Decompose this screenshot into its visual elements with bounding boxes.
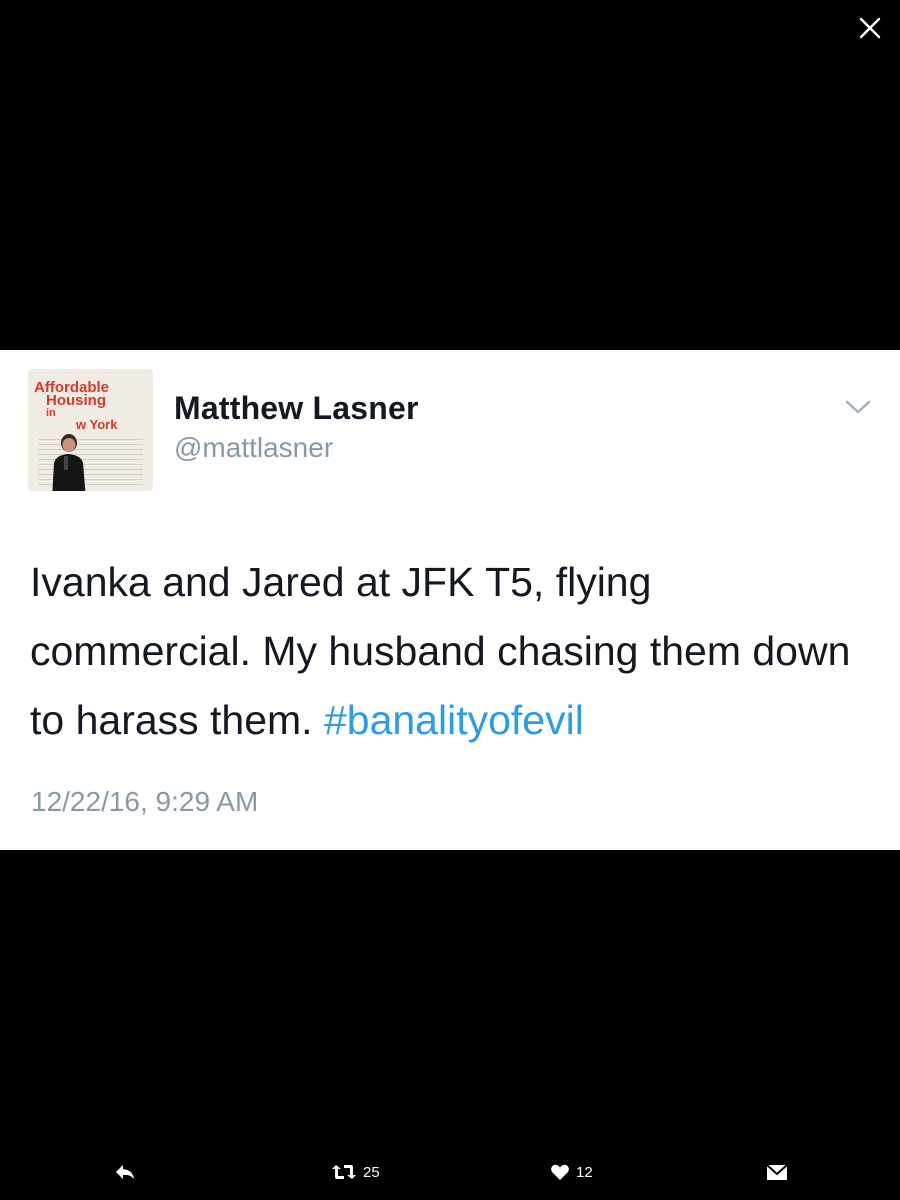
direct-message-button[interactable] [766, 1163, 788, 1181]
chevron-down-icon [845, 400, 871, 414]
author-name[interactable]: Matthew Lasner [174, 390, 419, 427]
heart-icon [551, 1164, 569, 1180]
close-button[interactable] [848, 6, 892, 50]
avatar-person-figure [52, 434, 86, 491]
tweet-card: Affordable Housing in w York Matthew Las… [0, 350, 900, 850]
like-count: 12 [576, 1163, 593, 1181]
avatar[interactable]: Affordable Housing in w York [28, 369, 153, 491]
author-handle[interactable]: @mattlasner [174, 432, 333, 464]
envelope-icon [766, 1164, 788, 1180]
reply-icon [116, 1165, 134, 1179]
tweet-options-button[interactable] [838, 392, 878, 422]
retweet-icon [332, 1165, 356, 1179]
media-viewer: Affordable Housing in w York Matthew Las… [0, 0, 900, 1200]
tweet-text: Ivanka and Jared at JFK T5, flying comme… [30, 548, 880, 755]
tweet-timestamp[interactable]: 12/22/16, 9:29 AM [31, 786, 258, 818]
reply-button[interactable] [114, 1163, 136, 1181]
retweet-count: 25 [363, 1163, 380, 1181]
tweet-action-bar: 25 12 [0, 1155, 900, 1195]
like-button[interactable]: 12 [550, 1163, 593, 1181]
close-icon [859, 17, 881, 39]
avatar-text-line: in [46, 407, 56, 419]
retweet-button[interactable]: 25 [331, 1163, 380, 1181]
hashtag-link[interactable]: #banalityofevil [324, 697, 584, 743]
